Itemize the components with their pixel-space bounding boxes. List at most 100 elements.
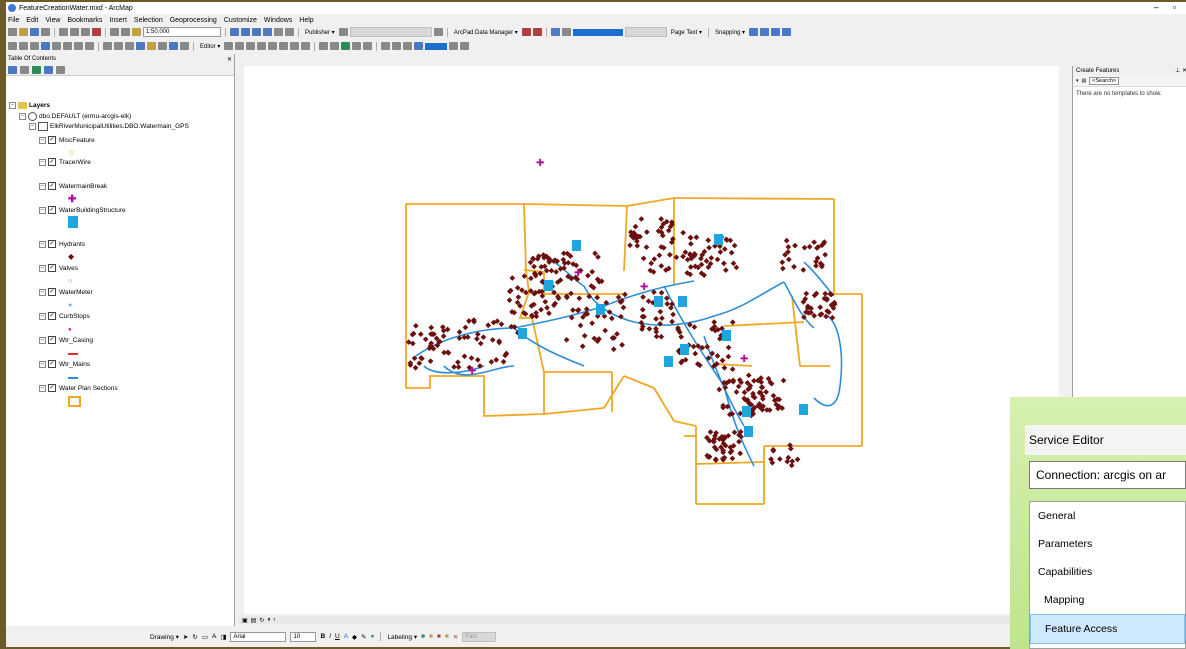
layer-visibility-checkbox[interactable]: ✓: [48, 136, 56, 144]
clear-selection-icon[interactable]: [114, 42, 123, 50]
collapse-icon[interactable]: –: [39, 206, 46, 214]
italic-button[interactable]: I: [329, 633, 331, 640]
publisher-tool-icon[interactable]: [338, 28, 348, 36]
menu-edit[interactable]: Edit: [26, 17, 38, 24]
layer-visibility-checkbox[interactable]: ✓: [48, 240, 56, 248]
network-icon[interactable]: [341, 42, 351, 50]
python-icon[interactable]: [285, 28, 294, 36]
line-color-icon[interactable]: ✎: [361, 633, 366, 641]
label-priority-icon[interactable]: ■: [429, 633, 433, 640]
back-icon[interactable]: [74, 42, 83, 50]
collapse-icon[interactable]: –: [19, 113, 26, 120]
arctoolbox-icon[interactable]: [274, 28, 283, 36]
list-by-source-icon[interactable]: [20, 65, 29, 74]
layer-visibility-checkbox[interactable]: ✓: [48, 288, 56, 296]
edit-annotation-icon[interactable]: [235, 42, 245, 50]
menu-file[interactable]: File: [8, 17, 19, 24]
arcpad-menu[interactable]: ArcPad Data Manager ▾: [452, 29, 520, 36]
organize-templates-icon[interactable]: ▤: [1082, 78, 1087, 84]
identify-icon[interactable]: [136, 42, 145, 50]
select-features-icon[interactable]: [103, 42, 112, 50]
toc-layers-root[interactable]: – Layers: [9, 102, 50, 109]
toc-layer-hydrants[interactable]: – ✓ Hydrants: [39, 240, 85, 248]
collapse-icon[interactable]: –: [9, 102, 16, 109]
measure-icon[interactable]: [169, 42, 178, 50]
cogo-icon[interactable]: [352, 42, 362, 50]
copy-icon[interactable]: [70, 28, 79, 36]
nav-feature-access[interactable]: Feature Access: [1030, 614, 1185, 644]
undo-icon[interactable]: [110, 28, 119, 36]
play-back-icon[interactable]: [561, 28, 571, 36]
new-icon[interactable]: [8, 28, 17, 36]
nav-general[interactable]: General: [1030, 502, 1185, 530]
refresh-icon[interactable]: ↻: [259, 617, 264, 624]
arcpad-get-icon[interactable]: [521, 28, 531, 36]
collapse-icon[interactable]: –: [39, 136, 46, 144]
options-icon[interactable]: [56, 65, 65, 74]
topology-icon[interactable]: [319, 42, 329, 50]
lock-labels-icon[interactable]: ■: [445, 633, 449, 640]
add-data-icon[interactable]: [132, 28, 141, 36]
editor-toolbar-icon[interactable]: [230, 28, 239, 36]
end-snap-icon[interactable]: [760, 28, 770, 36]
list-by-drawing-order-icon[interactable]: [8, 65, 17, 74]
font-size-combo[interactable]: 10: [290, 631, 317, 642]
pin-icon[interactable]: ⊥ ✕: [1175, 67, 1186, 74]
straight-segment-icon[interactable]: [246, 42, 256, 50]
toc-layer-miscfeature[interactable]: – ✓ MiscFeature: [39, 136, 95, 144]
trace-icon[interactable]: [257, 42, 267, 50]
menu-insert[interactable]: Insert: [109, 17, 127, 24]
hyperlink-icon[interactable]: [147, 42, 156, 50]
menu-windows[interactable]: Windows: [264, 17, 292, 24]
menu-help[interactable]: Help: [299, 17, 313, 24]
layer-visibility-checkbox[interactable]: ✓: [48, 158, 56, 166]
label-manager-icon[interactable]: ■: [421, 633, 425, 640]
list-by-selection-icon[interactable]: [44, 65, 53, 74]
data-frame-icon[interactable]: [392, 42, 402, 50]
edit-tool-icon[interactable]: [224, 42, 234, 50]
color-swatch[interactable]: [425, 42, 448, 50]
collapse-icon[interactable]: –: [39, 158, 46, 166]
select-elements-icon[interactable]: ➤: [183, 633, 188, 641]
save-icon[interactable]: [30, 28, 39, 36]
collapse-icon[interactable]: –: [39, 182, 46, 190]
pause-labeling-icon[interactable]: ✕: [453, 633, 458, 641]
georeference-icon[interactable]: [330, 42, 340, 50]
minimize-button[interactable]: –: [1154, 2, 1159, 12]
layer-icon[interactable]: [414, 42, 424, 50]
layer-visibility-checkbox[interactable]: ✓: [48, 336, 56, 344]
parcel-icon[interactable]: [363, 42, 373, 50]
fill-color-icon[interactable]: ◆: [352, 633, 357, 641]
template-filter-icon[interactable]: ▾: [1076, 78, 1079, 84]
rotate-element-icon[interactable]: ↻: [192, 633, 197, 641]
grid-icon[interactable]: [403, 42, 413, 50]
label-weight-icon[interactable]: ■: [437, 633, 441, 640]
toc-layer-wtr-mains[interactable]: – ✓ Wtr_Mains: [39, 360, 90, 368]
fixed-zoom-out-icon[interactable]: [63, 42, 72, 50]
redo-icon[interactable]: [121, 28, 130, 36]
forward-icon[interactable]: [85, 42, 94, 50]
toc-layer-valves[interactable]: – ✓ Valves: [39, 264, 78, 272]
collapse-icon[interactable]: –: [39, 384, 46, 392]
arcpad-put-icon[interactable]: [532, 28, 542, 36]
print-icon[interactable]: [41, 28, 50, 36]
menu-view[interactable]: View: [45, 17, 60, 24]
close-icon[interactable]: ✕: [227, 56, 232, 63]
list-by-visibility-icon[interactable]: [32, 65, 41, 74]
effects-icon[interactable]: [449, 42, 459, 50]
find-icon[interactable]: [180, 42, 189, 50]
toc-layer-waterbuildingstructure[interactable]: – ✓ WaterBuildingStructure: [39, 206, 126, 214]
pause-drawing-icon[interactable]: ⏸: [267, 617, 270, 624]
scroll-left-icon[interactable]: ‹: [273, 617, 275, 623]
template-search-input[interactable]: <Search>: [1089, 76, 1120, 85]
marker-color-icon[interactable]: ●: [371, 633, 375, 640]
collapse-icon[interactable]: –: [39, 336, 46, 344]
attributes-icon[interactable]: [290, 42, 300, 50]
nav-capabilities[interactable]: Capabilities: [1030, 558, 1185, 586]
toc-layer-curbstops[interactable]: – ✓ CurbStops: [39, 312, 90, 320]
collapse-icon[interactable]: –: [29, 123, 36, 130]
layer-visibility-checkbox[interactable]: ✓: [48, 206, 56, 214]
collapse-icon[interactable]: –: [39, 240, 46, 248]
nav-mapping[interactable]: Mapping: [1030, 586, 1185, 614]
map-view[interactable]: ✚ ✚ ✚ ✚ ✚: [244, 66, 1059, 614]
